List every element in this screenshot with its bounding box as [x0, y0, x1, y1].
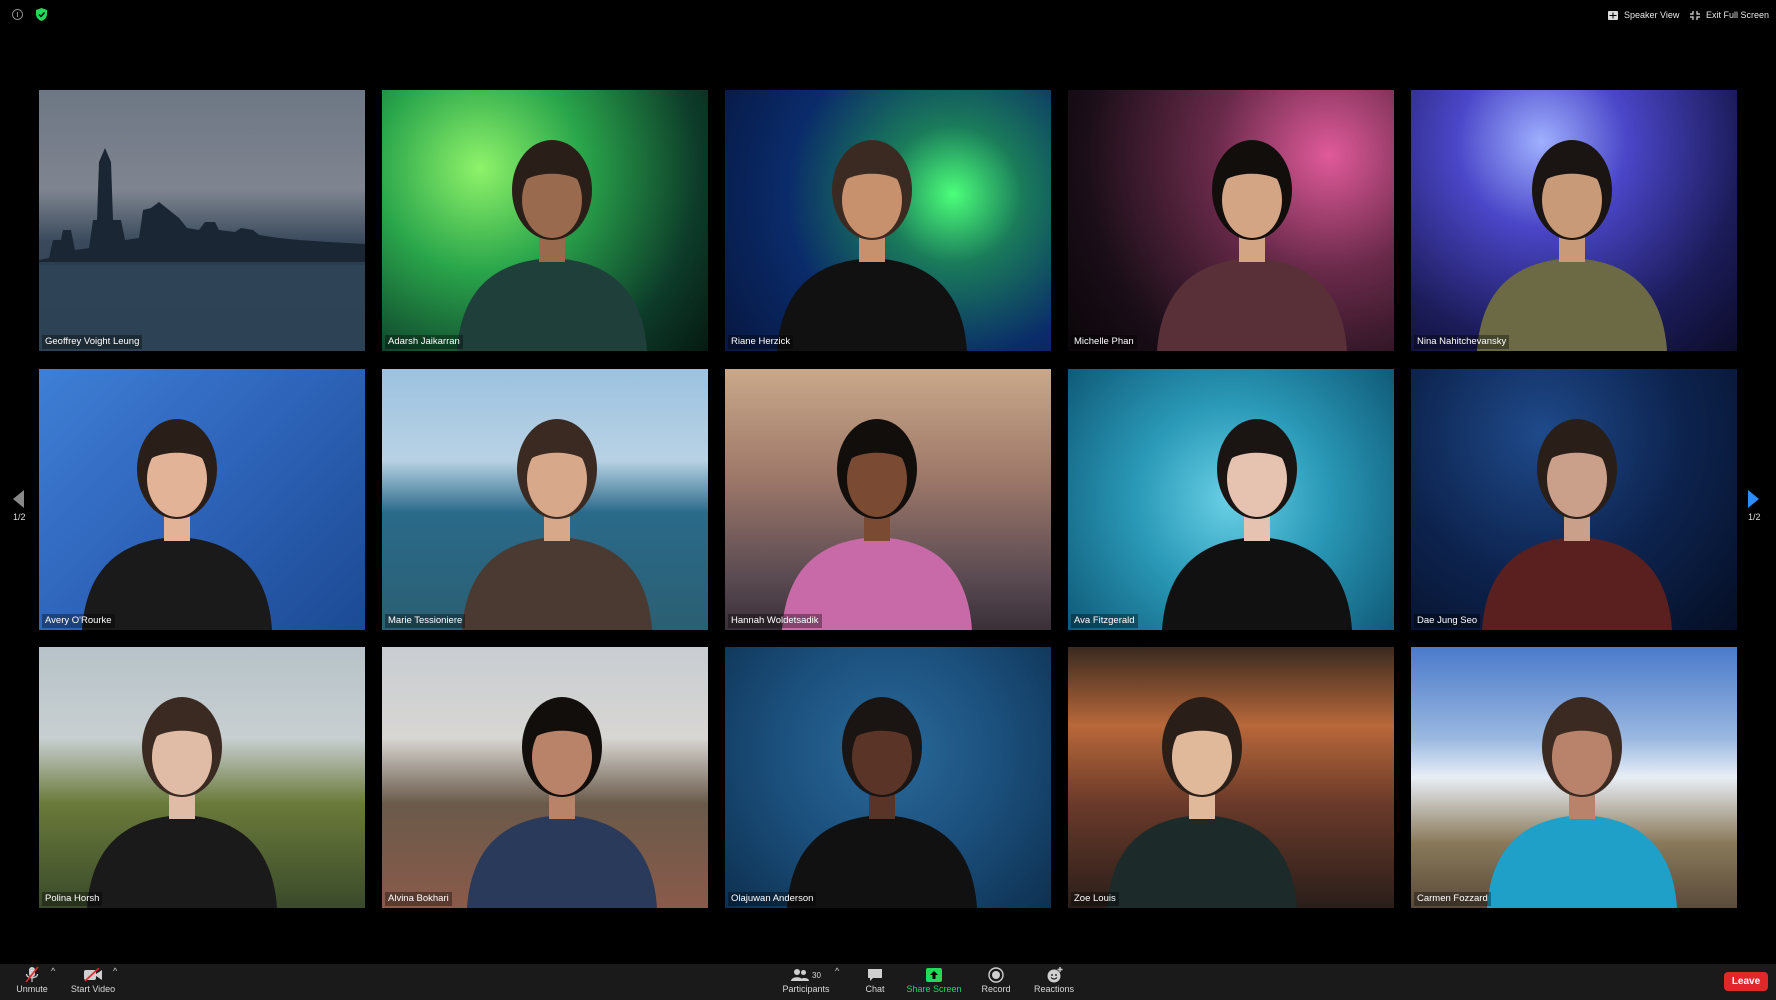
participant-silhouette — [82, 418, 272, 630]
participant-silhouette — [87, 697, 277, 908]
smiley-plus-icon — [1047, 967, 1062, 983]
participant-name: Adarsh Jaikarran — [385, 335, 463, 349]
start-video-label: Start Video — [70, 984, 116, 994]
grid-icon — [1608, 10, 1618, 20]
chevron-left-icon — [13, 490, 24, 508]
chat-button[interactable]: Chat — [860, 966, 890, 994]
participant-name: Michelle Phan — [1071, 335, 1137, 349]
video-options-caret[interactable]: ^ — [113, 966, 117, 976]
participants-options-caret[interactable]: ^ — [835, 966, 839, 976]
chat-label: Chat — [865, 984, 885, 994]
exit-fullscreen-button[interactable]: Exit Full Screen — [1690, 7, 1769, 23]
participant-silhouette — [777, 140, 967, 351]
participants-icon — [791, 969, 810, 981]
participant-tile[interactable]: Riane Herzick — [725, 90, 1051, 351]
microphone-muted-icon — [25, 966, 39, 983]
page-indicator-left: 1/2 — [13, 512, 26, 522]
chat-bubble-icon — [868, 969, 882, 981]
exit-fullscreen-label: Exit Full Screen — [1706, 10, 1770, 20]
share-screen-label: Share Screen — [906, 984, 962, 994]
top-bar: Speaker View Exit Full Screen — [0, 0, 1776, 30]
participant-tile[interactable]: Marie Tessioniere — [382, 368, 708, 630]
next-page-button[interactable]: 1/2 — [1748, 490, 1762, 530]
participant-tile[interactable]: Ava Fitzgerald — [1068, 368, 1394, 630]
shield-check-icon[interactable] — [36, 8, 47, 21]
speaker-view-label: Speaker View — [1624, 10, 1680, 20]
share-screen-button[interactable]: Share Screen — [906, 966, 962, 994]
participant-name: Olajuwan Anderson — [728, 892, 817, 906]
record-icon — [988, 967, 1004, 983]
video-grid: Geoffrey Voight Leung Adarsh Jaikarran Ria… — [39, 90, 1737, 908]
previous-page-button[interactable]: 1/2 — [13, 490, 27, 530]
participant-tile[interactable]: Zoe Louis — [1068, 647, 1394, 908]
participant-tile[interactable]: Adarsh Jaikarran — [382, 90, 708, 351]
audio-options-caret[interactable]: ^ — [51, 966, 55, 976]
participant-name: Riane Herzick — [728, 335, 794, 349]
participant-name: Carmen Fozzard — [1414, 892, 1491, 906]
unmute-label: Unmute — [16, 984, 48, 994]
start-video-button[interactable]: Start Video — [70, 966, 116, 994]
meeting-toolbar: Unmute ^ Start Video ^ 30 Participants ^ — [0, 964, 1776, 1000]
leave-button[interactable]: Leave — [1724, 972, 1768, 991]
participant-tile[interactable]: Avery O'Rourke — [39, 368, 365, 630]
video-camera-off-icon — [84, 968, 102, 982]
participants-button[interactable]: 30 Participants — [780, 966, 832, 994]
participant-silhouette — [1477, 140, 1667, 351]
participant-silhouette — [462, 418, 652, 630]
participant-tile[interactable]: Olajuwan Anderson — [725, 647, 1051, 908]
participant-tile[interactable]: Polina Horsh — [39, 647, 365, 908]
participant-name: Alvina Bokhari — [385, 892, 452, 906]
participant-silhouette — [467, 697, 657, 908]
participant-tile[interactable]: Dae Jung Seo — [1411, 368, 1737, 630]
reactions-button[interactable]: Reactions — [1032, 966, 1076, 994]
participant-name: Avery O'Rourke — [42, 613, 115, 628]
participant-silhouette — [782, 418, 972, 630]
participant-tile[interactable]: Hannah Woldetsadik — [725, 368, 1051, 630]
participant-tile[interactable]: Geoffrey Voight Leung — [39, 90, 365, 351]
participant-tile[interactable]: Carmen Fozzard — [1411, 647, 1737, 908]
participants-label: Participants — [782, 984, 830, 994]
participant-name: Dae Jung Seo — [1414, 613, 1481, 628]
participant-silhouette — [1107, 697, 1297, 908]
participant-silhouette — [457, 140, 647, 351]
participant-name: Hannah Woldetsadik — [728, 613, 822, 628]
reactions-label: Reactions — [1033, 984, 1075, 994]
participant-name: Ava Fitzgerald — [1071, 613, 1138, 628]
speaker-view-button[interactable]: Speaker View — [1608, 7, 1679, 23]
participant-name: Geoffrey Voight Leung — [42, 335, 143, 349]
participant-tile[interactable]: Alvina Bokhari — [382, 647, 708, 908]
chevron-right-icon — [1748, 490, 1759, 508]
participant-silhouette — [1482, 418, 1672, 630]
record-button[interactable]: Record — [980, 966, 1012, 994]
participant-tile[interactable]: Michelle Phan — [1068, 90, 1394, 351]
city-skyline-image — [39, 148, 365, 351]
participant-name: Polina Horsh — [42, 892, 103, 906]
participant-tile[interactable]: Nina Nahitchevansky — [1411, 90, 1737, 351]
page-indicator-right: 1/2 — [1748, 512, 1761, 522]
participant-silhouette — [1157, 140, 1347, 351]
info-icon[interactable] — [12, 9, 23, 20]
record-label: Record — [981, 984, 1011, 994]
participant-silhouette — [1162, 418, 1352, 630]
participant-silhouette — [787, 697, 977, 908]
participant-name: Nina Nahitchevansky — [1414, 335, 1510, 349]
participant-name: Zoe Louis — [1071, 892, 1119, 906]
participant-silhouette — [1487, 697, 1677, 908]
share-screen-icon — [926, 968, 942, 982]
unmute-button[interactable]: Unmute — [14, 966, 50, 994]
participants-count: 30 — [812, 970, 821, 980]
participant-name: Marie Tessioniere — [385, 613, 466, 628]
exit-fullscreen-icon — [1690, 10, 1700, 20]
